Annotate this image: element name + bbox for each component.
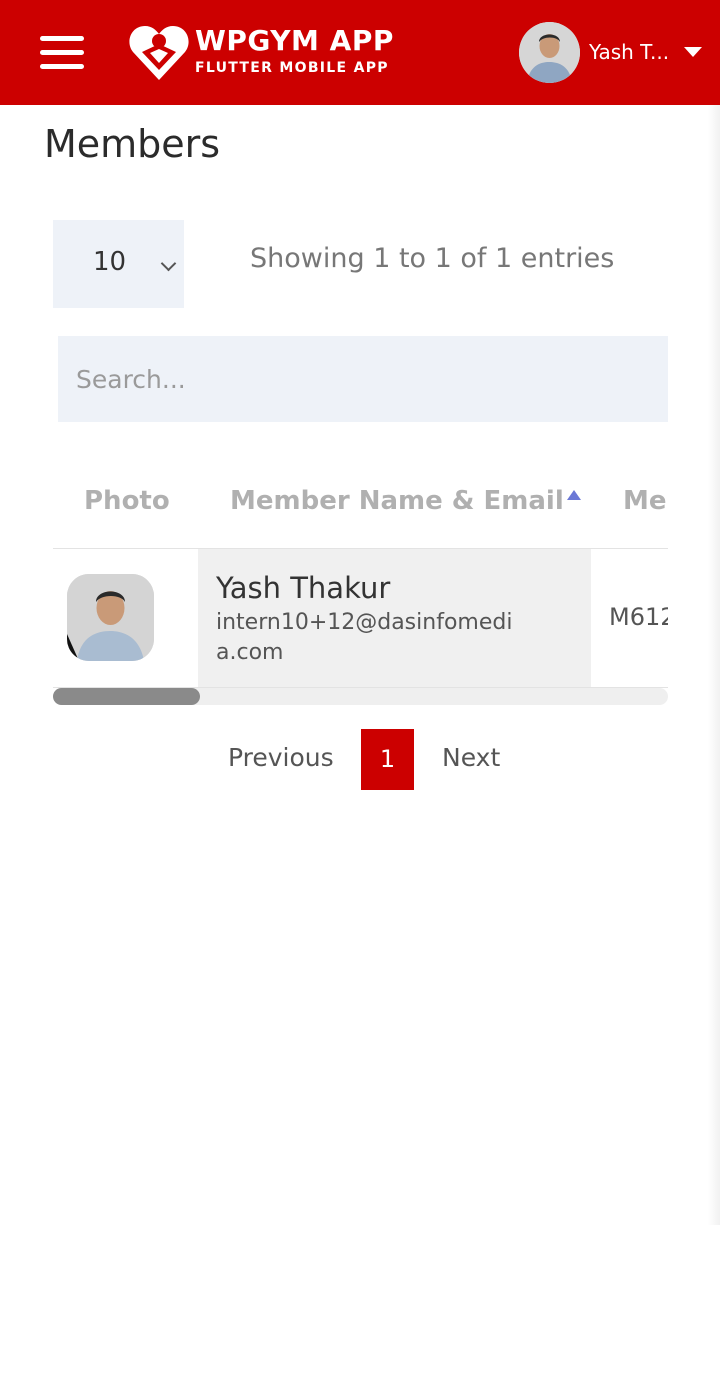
member-email: intern10+12@dasinfomedia.com <box>216 610 513 665</box>
members-table: Photo Member Name & Email Mer Yash Thaku… <box>53 460 668 705</box>
pagination-next[interactable]: Next <box>442 743 500 772</box>
user-name[interactable]: Yash T... <box>589 40 669 64</box>
pagination-page-1[interactable]: 1 <box>361 729 414 790</box>
cell-member-name-email: Yash Thakur intern10+12@dasinfomedia.com <box>198 549 591 687</box>
table-row[interactable]: Yash Thakur intern10+12@dasinfomedia.com… <box>53 549 668 687</box>
sort-asc-icon <box>567 490 581 500</box>
menu-icon[interactable] <box>40 36 84 70</box>
member-photo <box>67 574 154 661</box>
column-header-member-id[interactable]: Mer <box>623 486 668 516</box>
member-name: Yash Thakur <box>216 571 391 605</box>
page-title: Members <box>44 122 221 166</box>
top-app-bar: WPGYM APP FLUTTER MOBILE APP Yash T... <box>0 0 720 105</box>
wpgym-logo-icon <box>129 26 189 80</box>
brand-title: WPGYM APP <box>195 24 394 57</box>
entries-per-page-select[interactable]: 10 <box>53 220 184 308</box>
cell-photo <box>53 549 198 687</box>
pagination-previous[interactable]: Previous <box>228 743 334 772</box>
brand-subtitle: FLUTTER MOBILE APP <box>195 60 389 76</box>
member-id: M612 <box>609 603 668 631</box>
column-header-photo[interactable]: Photo <box>84 486 170 516</box>
horizontal-scrollbar[interactable] <box>53 688 668 705</box>
avatar[interactable] <box>519 22 580 83</box>
entries-info: Showing 1 to 1 of 1 entries <box>250 243 615 274</box>
user-avatar-image <box>519 22 580 83</box>
scrollbar-thumb[interactable] <box>53 688 200 705</box>
chevron-down-icon <box>160 255 177 272</box>
dropdown-caret-icon[interactable] <box>684 47 702 57</box>
search-input[interactable] <box>58 336 668 422</box>
edge-shadow <box>708 105 720 1225</box>
app-screen: WPGYM APP FLUTTER MOBILE APP Yash T... M… <box>0 0 720 1399</box>
entries-value: 10 <box>93 247 127 277</box>
column-header-member-name[interactable]: Member Name & Email <box>230 486 564 516</box>
